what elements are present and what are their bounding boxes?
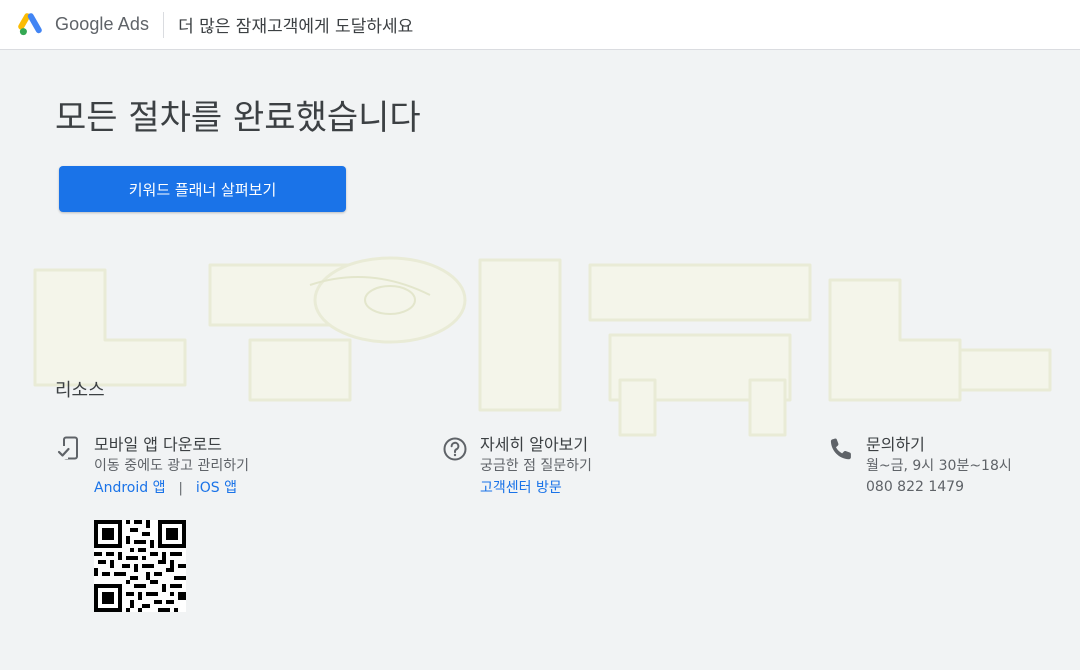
resources-title: 리소스 [55,380,105,401]
phone-icon [830,438,851,460]
keyword-planner-button[interactable]: 키워드 플래너 살펴보기 [59,166,346,212]
android-app-link[interactable]: Android 앱 [94,477,165,499]
link-separator: | [178,480,183,496]
learn-more-title: 자세히 알아보기 [480,435,589,454]
resource-learn-more: 자세히 알아보기 궁금한 점 질문하기 고객센터 방문 [442,434,592,499]
mobile-download-icon [57,436,78,460]
product-name: Google Ads [55,14,150,34]
mobile-app-title: 모바일 앱 다운로드 [94,435,222,454]
watermark-logo [33,256,1052,437]
page-title: 모든 절차를 완료했습니다 [55,98,421,138]
learn-more-subtitle: 궁금한 점 질문하기 [480,458,592,474]
resource-mobile-app: 모바일 앱 다운로드 이동 중에도 광고 관리하기 Android 앱 | iO… [56,434,249,499]
google-ads-logo-icon [18,12,42,35]
mobile-app-subtitle: 이동 중에도 광고 관리하기 [94,458,250,474]
google-ads-logo[interactable]: Google Ads [18,12,150,37]
header-divider [163,11,165,38]
ios-app-link[interactable]: iOS 앱 [196,477,237,499]
help-circle-icon [443,437,467,461]
contact-hours: 월~금, 9시 30분~18시 [866,458,1012,474]
help-center-link[interactable]: 고객센터 방문 [480,477,592,499]
header-tagline: 더 많은 잠재고객에게 도달하세요 [178,17,414,37]
resource-contact: 문의하기 월~금, 9시 30분~18시 080 822 1479 [828,434,1012,498]
contact-title: 문의하기 [866,435,925,454]
app-links: Android 앱 | iOS 앱 [94,477,249,499]
contact-phone: 080 822 1479 [866,479,964,495]
top-bar: Google Ads 더 많은 잠재고객에게 도달하세요 [0,0,1080,50]
app-qr-code [94,520,186,612]
